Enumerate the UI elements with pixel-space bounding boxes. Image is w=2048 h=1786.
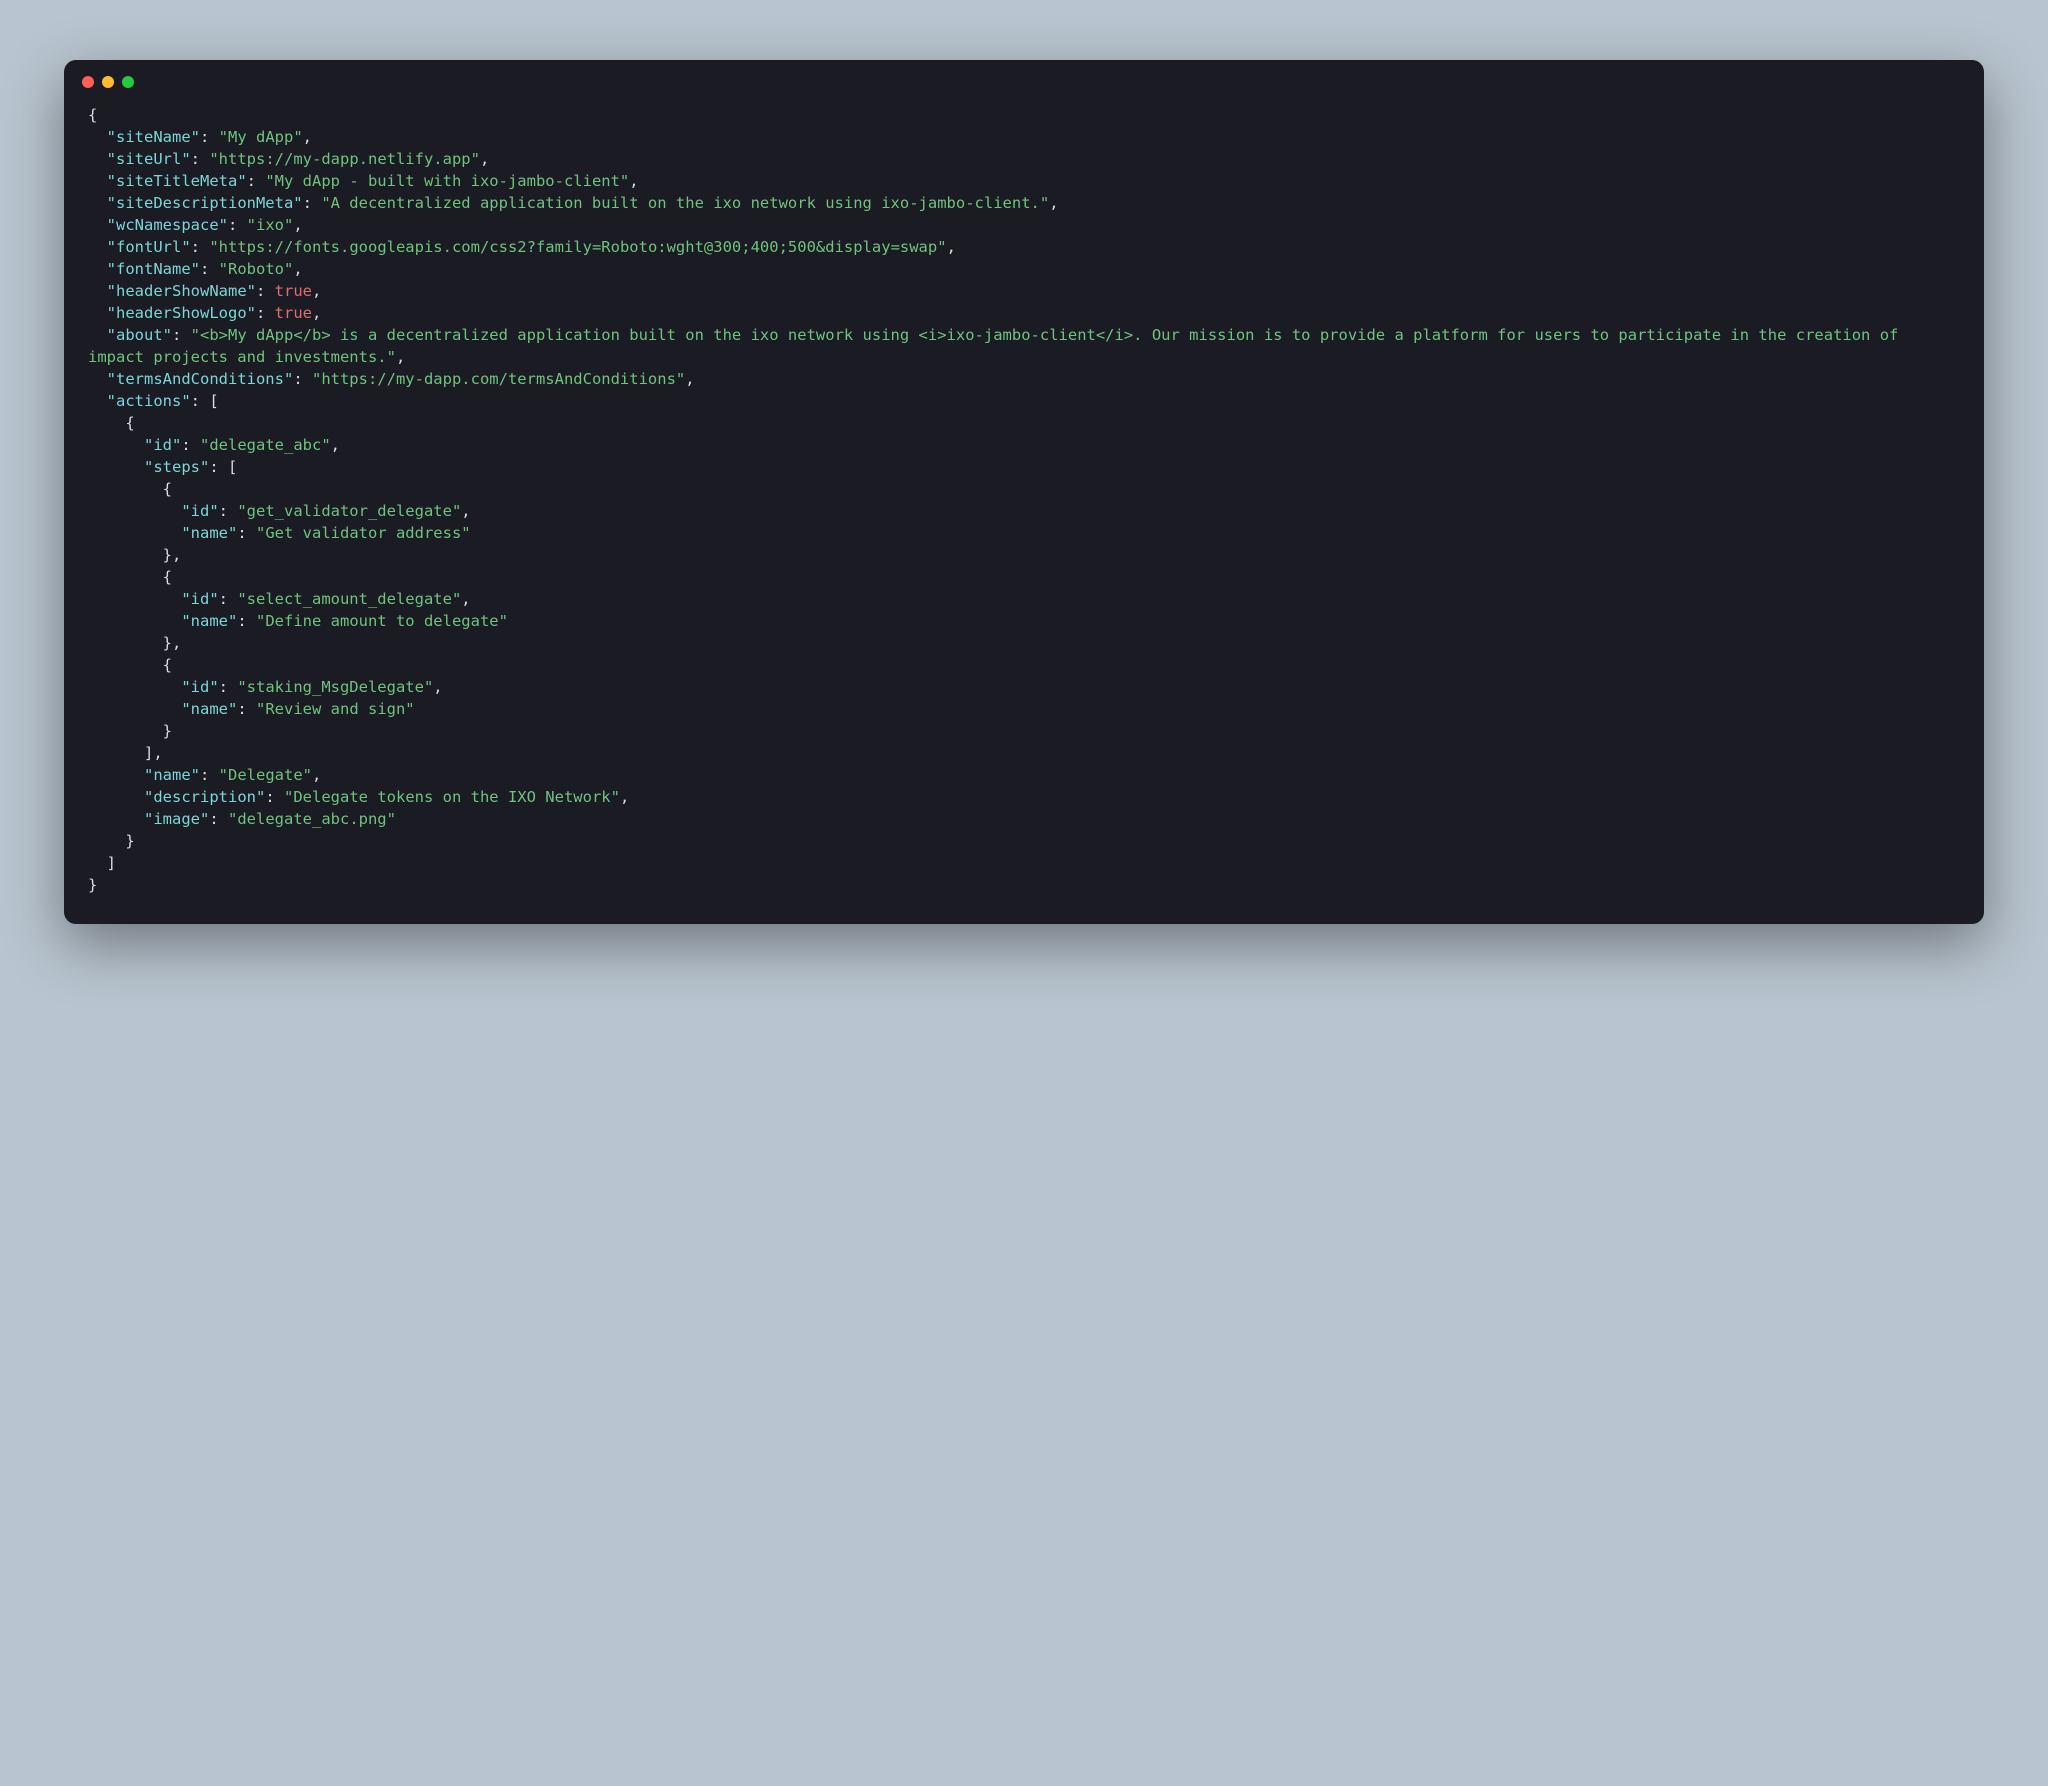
code-block: { "siteName": "My dApp", "siteUrl": "htt… [64, 98, 1984, 924]
minimize-icon[interactable] [102, 76, 114, 88]
code-window: { "siteName": "My dApp", "siteUrl": "htt… [64, 60, 1984, 924]
maximize-icon[interactable] [122, 76, 134, 88]
close-icon[interactable] [82, 76, 94, 88]
window-titlebar [64, 60, 1984, 98]
